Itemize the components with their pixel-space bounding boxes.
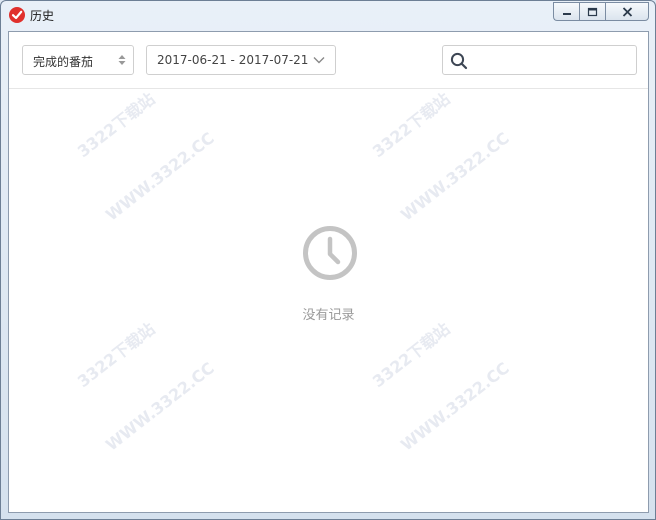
window-title: 历史 xyxy=(30,9,55,23)
date-range-value: 2017-06-21 - 2017-07-21 xyxy=(157,53,309,67)
app-logo-icon xyxy=(9,7,25,23)
maximize-button[interactable] xyxy=(579,2,605,21)
empty-message: 没有记录 xyxy=(302,308,355,323)
sort-arrows-icon xyxy=(118,55,126,65)
minimize-button[interactable] xyxy=(553,2,579,21)
status-filter-value: 完成的番茄 xyxy=(33,55,94,69)
caption-buttons xyxy=(553,2,649,21)
search-icon xyxy=(450,52,468,70)
minimize-icon xyxy=(562,12,571,15)
title-bar[interactable]: 历史 xyxy=(1,1,655,31)
date-range-picker[interactable]: 2017-06-21 - 2017-07-21 xyxy=(146,45,336,75)
chevron-down-icon xyxy=(313,57,325,64)
history-window: 历史 完成的番茄 2017-06-21 - 2017-07-21 没有记录 33… xyxy=(0,0,656,520)
history-panel: 完成的番茄 2017-06-21 - 2017-07-21 没有记录 3322下… xyxy=(8,31,649,513)
search-input[interactable] xyxy=(473,50,631,70)
close-icon xyxy=(622,6,632,17)
search-box[interactable] xyxy=(442,45,637,75)
clock-icon xyxy=(303,226,357,280)
close-button[interactable] xyxy=(605,2,649,21)
restore-icon xyxy=(587,7,598,16)
status-filter-select[interactable]: 完成的番茄 xyxy=(22,45,134,75)
empty-state: 没有记录 xyxy=(9,89,648,512)
filter-toolbar: 完成的番茄 2017-06-21 - 2017-07-21 xyxy=(9,32,648,89)
